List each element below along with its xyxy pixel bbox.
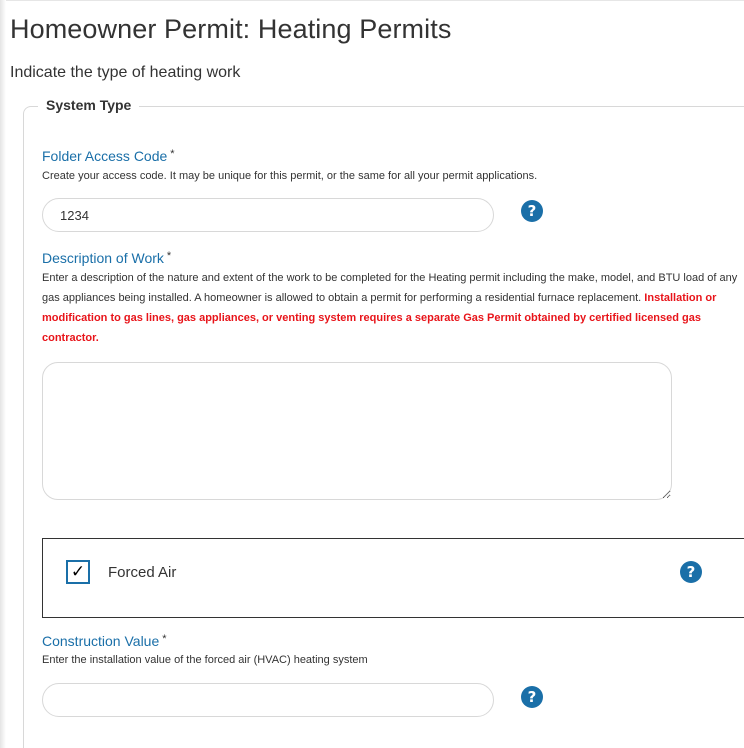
question-circle-icon[interactable]: ?	[521, 200, 543, 222]
required-mark: *	[166, 250, 172, 262]
page-subtitle: Indicate the type of heating work	[10, 64, 241, 81]
folder-access-code-help: Create your access code. It may be uniqu…	[42, 170, 538, 182]
description-of-work-help: Enter a description of the nature and ex…	[42, 268, 742, 348]
forced-air-checkbox[interactable]: ✓	[66, 560, 90, 584]
help-glyph: ?	[527, 688, 537, 706]
required-mark: *	[162, 633, 167, 645]
construction-value-input[interactable]	[42, 683, 494, 717]
help-glyph: ?	[527, 202, 537, 220]
fieldset-legend: System Type	[38, 97, 140, 113]
help-glyph: ?	[686, 563, 696, 581]
folder-access-code-input[interactable]	[42, 198, 494, 232]
description-of-work-textarea[interactable]	[42, 362, 672, 500]
forced-air-label: Forced Air	[108, 564, 177, 581]
description-help-text: Enter a description of the nature and ex…	[42, 272, 738, 304]
checkmark-icon: ✓	[70, 562, 86, 582]
question-circle-icon[interactable]: ?	[521, 686, 543, 708]
page-title: Homeowner Permit: Heating Permits	[10, 14, 452, 44]
description-of-work-label: Description of Work *	[42, 250, 171, 266]
required-mark: *	[170, 148, 175, 160]
construction-value-label: Construction Value *	[42, 633, 167, 649]
folder-access-code-label: Folder Access Code *	[42, 148, 175, 164]
construction-value-help: Enter the installation value of the forc…	[42, 654, 368, 666]
folder-access-code-label-text: Folder Access Code	[42, 148, 168, 164]
window-edge-shadow	[0, 0, 6, 748]
question-circle-icon[interactable]: ?	[680, 561, 702, 583]
description-of-work-label-text: Description of Work	[42, 250, 164, 266]
construction-value-label-text: Construction Value	[42, 633, 160, 649]
